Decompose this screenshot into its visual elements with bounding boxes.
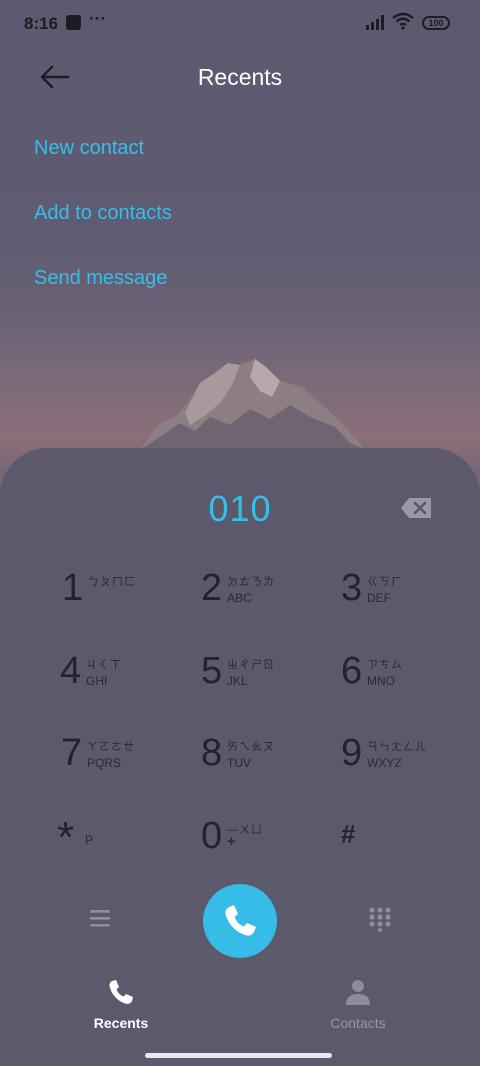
key-zhuyin: ㄞㄟㄠㄡ [227,741,275,753]
key-digit: 6 [341,650,363,692]
call-button[interactable] [203,884,277,958]
mountain-wallpaper [140,359,365,450]
signal-icon [366,15,384,30]
key-zhuyin: ㄅㄆㄇㄈ [88,576,136,588]
key-4[interactable]: 4 ㄐㄑㄒ GHI [60,650,200,710]
key-letters: MNO [367,674,395,688]
key-letters: + [227,833,236,850]
key-2[interactable]: 2 ㄉㄊㄋㄌ ABC [201,567,341,627]
tab-contacts-label: Contacts [330,1015,386,1031]
key-digit: 2 [201,567,223,609]
person-icon [346,980,370,1005]
menu-icon[interactable] [88,906,112,930]
key-letters: WXYZ [367,756,402,770]
key-letters: GHI [86,674,108,688]
key-9[interactable]: 9 ㄢㄣㄤㄥㄦ WXYZ [341,732,480,792]
key-zhuyin: ㄗㄘㄙ [367,659,403,671]
home-indicator[interactable] [145,1053,332,1058]
tab-contacts[interactable]: Contacts [288,978,428,1031]
notification-icon [66,15,81,30]
tab-recents-label: Recents [93,1015,149,1031]
key-letters: DEF [367,591,391,605]
key-zhuyin: ㄚㄛㄜㄝ [87,741,135,753]
tab-recents[interactable]: Recents [51,978,191,1031]
key-digit: # [341,819,356,849]
dialpad-icon[interactable] [368,906,392,932]
wifi-icon [392,12,414,30]
key-3[interactable]: 3 ㄍㄎㄏ DEF [341,567,480,627]
more-notifications-icon: ··· [89,9,106,28]
key-zhuyin: ㄐㄑㄒ [86,659,122,671]
page-title: Recents [197,64,283,90]
key-letters: ABC [227,591,252,605]
key-letters: JKL [227,674,248,688]
key-zhuyin: ㄓㄔㄕㄖ [227,659,275,671]
add-to-contacts-link[interactable]: Add to contacts [34,202,172,225]
key-digit: 4 [60,650,82,692]
key-0[interactable]: 0 —ㄨㄩ + [201,815,341,875]
key-digit: 5 [201,650,223,692]
phone-icon [109,980,133,1004]
key-zhuyin: ㄢㄣㄤㄥㄦ [367,741,427,753]
key-zhuyin: ㄍㄎㄏ [367,576,403,588]
new-contact-link[interactable]: New contact [34,137,144,160]
key-digit: 3 [341,567,363,609]
key-digit: 8 [201,732,223,774]
key-letters: P [85,833,94,847]
status-bar: 8:16 ··· 100 [0,0,480,48]
key-digit: 7 [61,732,83,774]
battery-icon: 100 [422,16,450,30]
key-8[interactable]: 8 ㄞㄟㄠㄡ TUV [201,732,341,792]
key-6[interactable]: 6 ㄗㄘㄙ MNO [341,650,480,710]
key-digit: 0 [201,815,223,857]
key-star[interactable]: * P [57,813,197,875]
key-7[interactable]: 7 ㄚㄛㄜㄝ PQRS [61,732,201,792]
backspace-icon[interactable] [400,497,432,519]
key-zhuyin: ㄉㄊㄋㄌ [227,576,275,588]
key-5[interactable]: 5 ㄓㄔㄕㄖ JKL [201,650,341,710]
send-message-link[interactable]: Send message [34,267,167,290]
status-time: 8:16 [24,14,59,33]
key-digit: 9 [341,732,363,774]
key-hash[interactable]: # [341,815,480,875]
key-letters: PQRS [87,756,122,770]
phone-icon [225,905,256,936]
key-1[interactable]: 1 ㄅㄆㄇㄈ [62,567,202,627]
key-digit: 1 [62,567,84,609]
key-letters: TUV [227,756,251,770]
key-digit: * [57,813,75,862]
